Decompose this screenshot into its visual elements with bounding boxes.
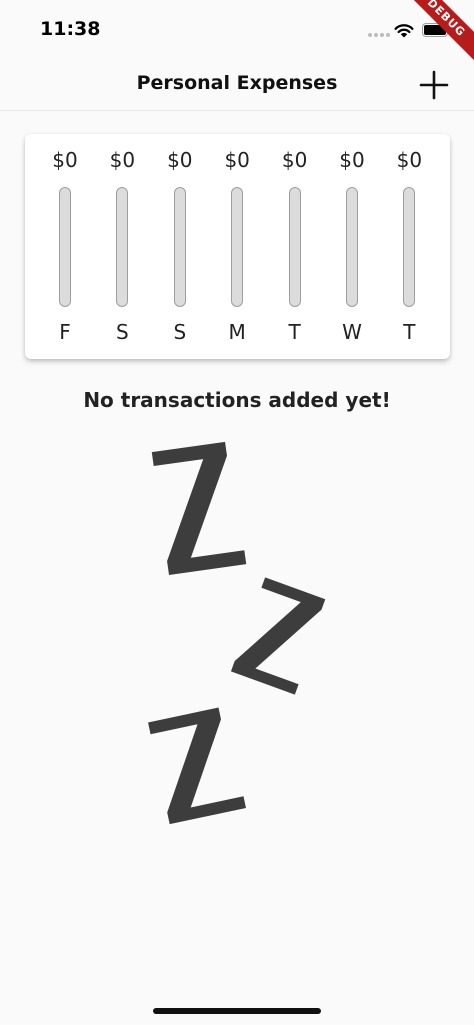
chart-day-label: M bbox=[228, 320, 246, 344]
cellular-signal-icon bbox=[368, 33, 390, 38]
chart-bar-track bbox=[346, 187, 358, 307]
chart-day-label: F bbox=[59, 320, 71, 344]
app-bar: Personal Expenses bbox=[0, 60, 474, 111]
add-transaction-button[interactable] bbox=[418, 69, 450, 101]
chart-bar-amount: $0 bbox=[339, 148, 365, 172]
chart-bar-amount: $0 bbox=[167, 148, 193, 172]
chart-day-label: T bbox=[403, 320, 416, 344]
chart-bar-amount: $0 bbox=[281, 148, 308, 172]
chart-bar-column: $0 F bbox=[37, 134, 93, 359]
zzz-letter-bottom bbox=[148, 707, 246, 825]
chart-day-label: T bbox=[288, 320, 301, 344]
plus-icon bbox=[419, 70, 449, 100]
empty-state-message: No transactions added yet! bbox=[83, 388, 391, 412]
chart-bar-track bbox=[116, 187, 129, 307]
chart-bar-amount: $0 bbox=[109, 148, 136, 172]
chart-bar-amount: $0 bbox=[396, 148, 423, 172]
chart-bar-amount: $0 bbox=[52, 148, 78, 172]
status-bar: 11:38 DEBUG bbox=[0, 0, 474, 68]
home-indicator[interactable] bbox=[153, 1008, 321, 1014]
status-time: 11:38 bbox=[40, 18, 101, 40]
chart-bar-column: $0 T bbox=[381, 134, 437, 359]
chart-day-label: S bbox=[173, 320, 187, 344]
chart-bar-track bbox=[173, 187, 186, 307]
zzz-letter-middle bbox=[230, 577, 326, 695]
sleeping-zzz-image bbox=[148, 441, 326, 825]
chart-bar-column: $0 S bbox=[94, 134, 150, 359]
weekly-chart-card: $0 F $0 S $0 S $0 M $0 T $0 W $0 T bbox=[25, 134, 450, 359]
zzz-letter-top bbox=[151, 441, 247, 575]
chart-bar-column: $0 S bbox=[152, 134, 208, 359]
chart-bar-amount: $0 bbox=[224, 148, 250, 172]
chart-day-label: W bbox=[342, 320, 362, 344]
chart-bar-column: $0 W bbox=[324, 134, 380, 359]
chart-day-label: S bbox=[116, 320, 129, 344]
chart-bar-column: $0 M bbox=[209, 134, 265, 359]
debug-banner: DEBUG bbox=[396, 0, 474, 68]
chart-bar-track bbox=[59, 187, 71, 307]
chart-bar-track bbox=[403, 187, 416, 307]
chart-bar-column: $0 T bbox=[267, 134, 323, 359]
page-title: Personal Expenses bbox=[136, 72, 338, 94]
chart-bar-track bbox=[231, 187, 244, 307]
chart-bar-track bbox=[288, 187, 301, 307]
